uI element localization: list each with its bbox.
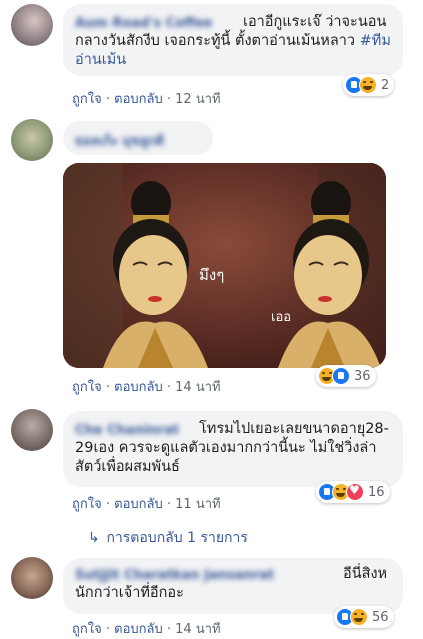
like-link[interactable]: ถูกใจ [72,497,102,512]
timestamp[interactable]: 14 นาที [175,380,220,395]
avatar[interactable] [11,409,53,451]
avatar[interactable] [11,557,53,599]
separator: · [166,92,172,107]
timestamp[interactable]: 11 นาที [175,497,220,512]
haha-icon [359,76,377,94]
comment-actions: ถูกใจ · ตอบกลับ · 14 นาที [72,376,221,397]
reaction-summary[interactable]: 36 [316,365,376,387]
reply-link[interactable]: ตอบกลับ [114,92,163,107]
reply-arrow-icon: ↳ [88,530,100,546]
reaction-summary[interactable]: 16 [316,481,390,503]
comment-bubble: ธอลเก้ะ มุขลูกดิ [63,121,213,155]
comment-actions: ถูกใจ · ตอบกลับ · 14 นาที [72,618,221,639]
comment-actions: ถูกใจ · ตอบกลับ · 12 นาที [72,88,221,109]
figurines-image [63,163,386,368]
separator: · [105,380,110,395]
comment-bubble: Aum Road's Coffee เอาอีกูแระเจ๊ ว่าจะนอนก… [63,4,403,76]
commenter-name[interactable]: Aum Road's Coffee [75,14,212,33]
comment-image[interactable]: มึงๆ เออ [63,163,386,368]
haha-icon [350,608,368,626]
reaction-count: 56 [372,609,389,625]
comment-bubble: Che Chaninrat โทรมไปเยอะเลยขนาดอายุ28-29เ… [63,411,403,487]
separator: · [105,497,110,512]
reaction-count: 16 [368,484,385,500]
reply-link[interactable]: ตอบกลับ [114,380,163,395]
separator: · [105,92,110,107]
avatar[interactable] [11,4,53,46]
comment-text: Sutjjit Charatkan Jansanrat อีนี่สิงหนักก… [75,565,395,603]
like-icon [332,367,350,385]
commenter-name[interactable]: Sutjjit Charatkan Jansanrat [75,566,274,585]
view-replies-link[interactable]: ↳ การตอบกลับ 1 รายการ [88,527,248,549]
reaction-summary[interactable]: 2 [343,74,395,96]
timestamp[interactable]: 12 นาที [175,92,220,107]
reaction-count: 36 [354,368,371,384]
avatar[interactable] [11,119,53,161]
like-link[interactable]: ถูกใจ [72,380,102,395]
like-link[interactable]: ถูกใจ [72,92,102,107]
replies-label[interactable]: การตอบกลับ 1 รายการ [106,530,247,546]
love-icon [346,483,364,501]
separator: · [166,497,172,512]
comment-text: Che Chaninrat โทรมไปเยอะเลยขนาดอายุ28-29เ… [75,420,395,477]
comment-actions: ถูกใจ · ตอบกลับ · 11 นาที [72,493,221,514]
commenter-name[interactable]: ธอลเก้ะ มุขลูกดิ [75,130,164,151]
image-caption: มึงๆ [199,266,225,284]
reaction-count: 2 [381,77,390,93]
image-caption: เออ [271,310,292,325]
reply-link[interactable]: ตอบกลับ [114,497,163,512]
comment-text: Aum Road's Coffee เอาอีกูแระเจ๊ ว่าจะนอนก… [75,13,393,70]
commenter-name[interactable]: Che Chaninrat [75,421,179,440]
separator: · [166,380,172,395]
reaction-summary[interactable]: 56 [334,606,394,628]
